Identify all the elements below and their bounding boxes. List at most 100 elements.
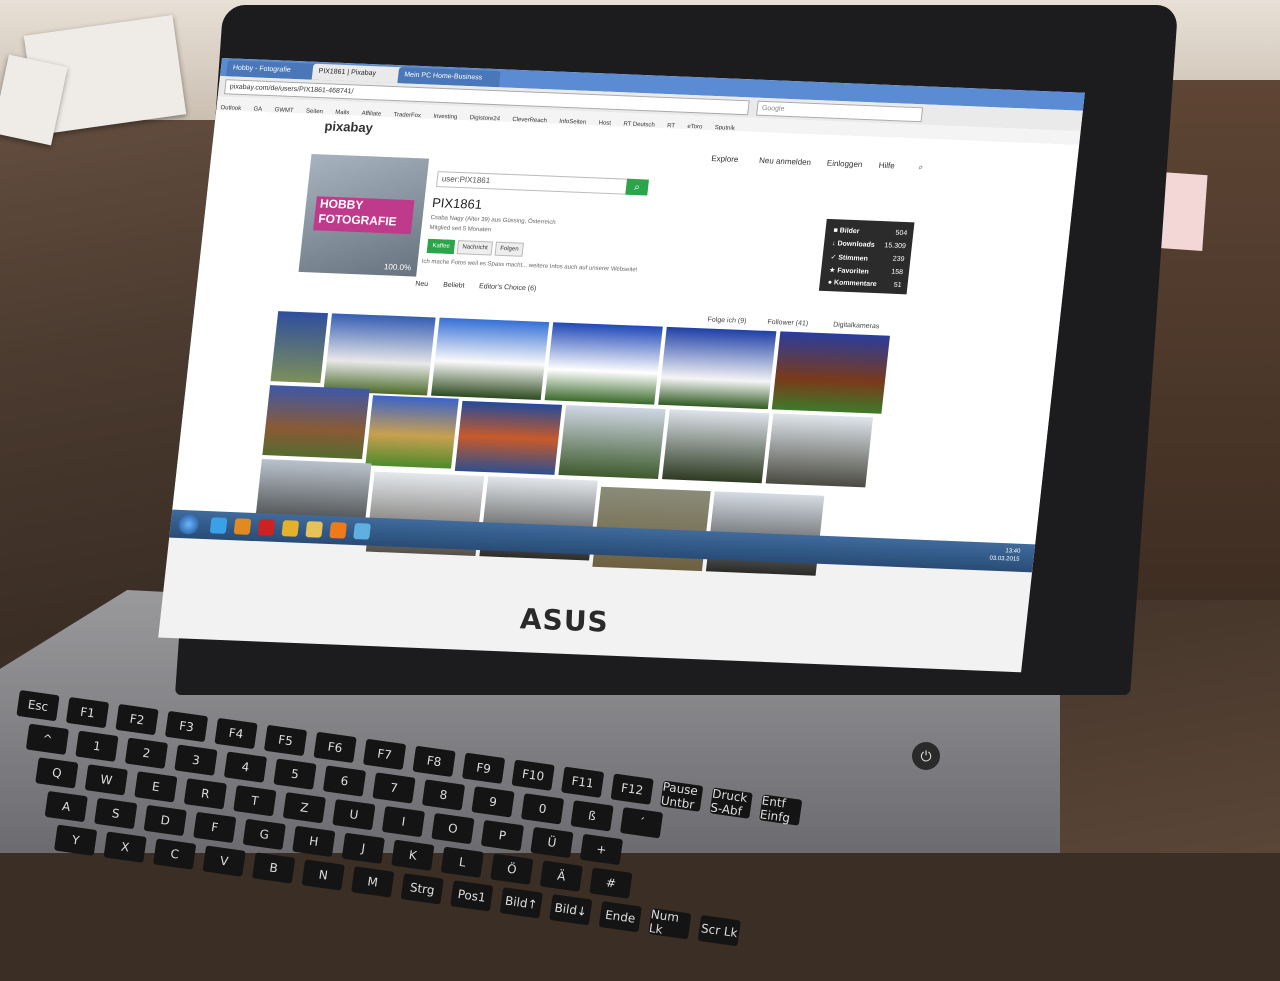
taskbar-clock[interactable]: 13:40 03.03.2015 xyxy=(989,547,1021,564)
photo-thumbnail[interactable] xyxy=(658,326,777,410)
keyboard-key[interactable]: 0 xyxy=(520,793,565,825)
photo-thumbnail[interactable] xyxy=(454,400,563,475)
keyboard-key[interactable]: J xyxy=(341,832,385,864)
keyboard-key[interactable]: M xyxy=(351,866,395,898)
keyboard-key[interactable]: F7 xyxy=(362,738,407,771)
power-icon[interactable]: ⏻ xyxy=(912,742,940,770)
keyboard-key[interactable]: U xyxy=(332,799,376,831)
photo-thumbnail[interactable] xyxy=(558,405,666,480)
photo-thumbnail[interactable] xyxy=(431,317,550,401)
keyboard-key[interactable]: 4 xyxy=(223,751,268,783)
keyboard-key[interactable]: Ende xyxy=(598,901,642,933)
photo-thumbnail[interactable] xyxy=(323,313,436,396)
keyboard-key[interactable]: Entf Einfg xyxy=(759,793,803,826)
keyboard-key[interactable]: F2 xyxy=(115,703,159,736)
keyboard-key[interactable]: S xyxy=(94,797,138,830)
keyboard-key[interactable]: Ä xyxy=(539,860,583,892)
keyboard-key[interactable]: F10 xyxy=(511,759,555,791)
search-button[interactable]: ⌕ xyxy=(625,178,649,196)
nav-login[interactable]: Einloggen xyxy=(826,159,862,169)
ie-icon[interactable] xyxy=(209,517,228,534)
search-icon[interactable]: ⌕ xyxy=(918,162,923,172)
photo-thumbnail[interactable] xyxy=(771,331,890,414)
keyboard-key[interactable]: E xyxy=(134,771,178,803)
photo-thumbnail[interactable] xyxy=(544,322,663,405)
keyboard-key[interactable]: Z xyxy=(282,792,326,824)
keyboard-key[interactable]: ^ xyxy=(25,723,70,755)
photo-thumbnail[interactable] xyxy=(262,385,370,460)
message-button[interactable]: Nachricht xyxy=(456,240,494,256)
keyboard-key[interactable]: F4 xyxy=(214,717,258,750)
keyboard-key[interactable]: Num Lk xyxy=(648,907,692,940)
app-icon[interactable] xyxy=(353,523,371,540)
keyboard-key[interactable]: T xyxy=(233,785,277,817)
keyboard-key[interactable]: C xyxy=(153,838,197,870)
keyboard-key[interactable]: K xyxy=(391,839,435,871)
keyboard-key[interactable]: Pause Untbr xyxy=(660,779,704,812)
keyboard-key[interactable]: G xyxy=(242,818,286,851)
chrome-icon[interactable] xyxy=(281,520,300,537)
photo-thumbnail[interactable] xyxy=(365,395,459,469)
keyboard-key[interactable]: Ö xyxy=(490,853,534,885)
nav-register[interactable]: Neu anmelden xyxy=(759,156,812,167)
keyboard-key[interactable]: F3 xyxy=(164,710,209,743)
keyboard-key[interactable]: I xyxy=(381,805,426,838)
keyboard-key[interactable]: B xyxy=(252,852,296,884)
keyboard-key[interactable]: F5 xyxy=(263,724,308,757)
keyboard-key[interactable]: Druck S-Abf xyxy=(709,786,753,819)
firefox-icon[interactable] xyxy=(329,522,347,539)
app-icon[interactable] xyxy=(257,519,276,536)
keyboard-key[interactable]: 2 xyxy=(124,737,169,769)
keyboard-key[interactable]: O xyxy=(431,812,475,845)
coffee-button[interactable]: Kaffee xyxy=(426,238,456,255)
keyboard-key[interactable]: H xyxy=(292,825,336,858)
keyboard-key[interactable]: 6 xyxy=(322,765,367,797)
site-search-input[interactable]: user:PIX1861 xyxy=(435,171,634,195)
site-logo[interactable]: pixabay xyxy=(324,118,374,135)
keyboard-key[interactable]: Bild↓ xyxy=(549,894,593,926)
nav-explore[interactable]: Explore xyxy=(711,154,739,164)
keyboard-key[interactable]: X xyxy=(103,831,147,863)
keyboard-key[interactable]: 7 xyxy=(372,772,416,804)
nav-help[interactable]: Hilfe xyxy=(878,161,895,171)
follow-button[interactable]: Folgen xyxy=(494,241,525,257)
keyboard-key[interactable]: F8 xyxy=(412,745,456,777)
keyboard-key[interactable]: Bild↑ xyxy=(499,887,543,919)
photo-thumbnail[interactable] xyxy=(765,413,873,488)
keyboard-key[interactable]: Y xyxy=(54,824,98,856)
keyboard-key[interactable]: 1 xyxy=(75,730,119,762)
keyboard-key[interactable]: F11 xyxy=(561,766,605,798)
folder-icon[interactable] xyxy=(305,521,324,538)
keyboard-key[interactable]: P xyxy=(480,819,525,852)
keyboard-key[interactable]: 5 xyxy=(273,758,317,790)
keyboard-key[interactable]: F9 xyxy=(462,752,506,784)
keyboard-key[interactable]: Scr Lk xyxy=(697,915,741,947)
keyboard-key[interactable]: # xyxy=(589,867,633,899)
keyboard-key[interactable]: 3 xyxy=(174,744,218,776)
keyboard-key[interactable]: + xyxy=(579,833,624,866)
keyboard-key[interactable]: Q xyxy=(35,757,79,789)
photo-thumbnail[interactable] xyxy=(662,409,770,484)
keyboard-key[interactable]: Pos1 xyxy=(450,880,494,912)
windows-start-icon[interactable] xyxy=(177,513,200,535)
keyboard-key[interactable]: Strg xyxy=(400,873,444,905)
keyboard-key[interactable]: F6 xyxy=(313,731,357,764)
keyboard-key[interactable]: R xyxy=(183,778,227,810)
keyboard-key[interactable]: F xyxy=(193,811,237,844)
keyboard-key[interactable]: Ü xyxy=(530,826,574,859)
keyboard-key[interactable]: W xyxy=(84,764,128,796)
keyboard-key[interactable]: 9 xyxy=(471,786,515,818)
photo-thumbnail[interactable] xyxy=(270,311,329,384)
keyboard-key[interactable]: Esc xyxy=(16,690,60,722)
keyboard-key[interactable]: ´ xyxy=(619,807,664,839)
keyboard-key[interactable]: ß xyxy=(570,800,614,832)
keyboard-key[interactable]: D xyxy=(143,804,187,837)
keyboard-key[interactable]: A xyxy=(44,790,88,823)
keyboard-key[interactable]: N xyxy=(301,859,345,891)
keyboard-key[interactable]: L xyxy=(440,846,484,878)
media-player-icon[interactable] xyxy=(233,518,252,535)
keyboard-key[interactable]: F12 xyxy=(610,773,654,805)
keyboard-key[interactable]: F1 xyxy=(65,696,110,729)
keyboard-key[interactable]: 8 xyxy=(421,779,466,811)
keyboard-key[interactable]: V xyxy=(202,845,246,877)
